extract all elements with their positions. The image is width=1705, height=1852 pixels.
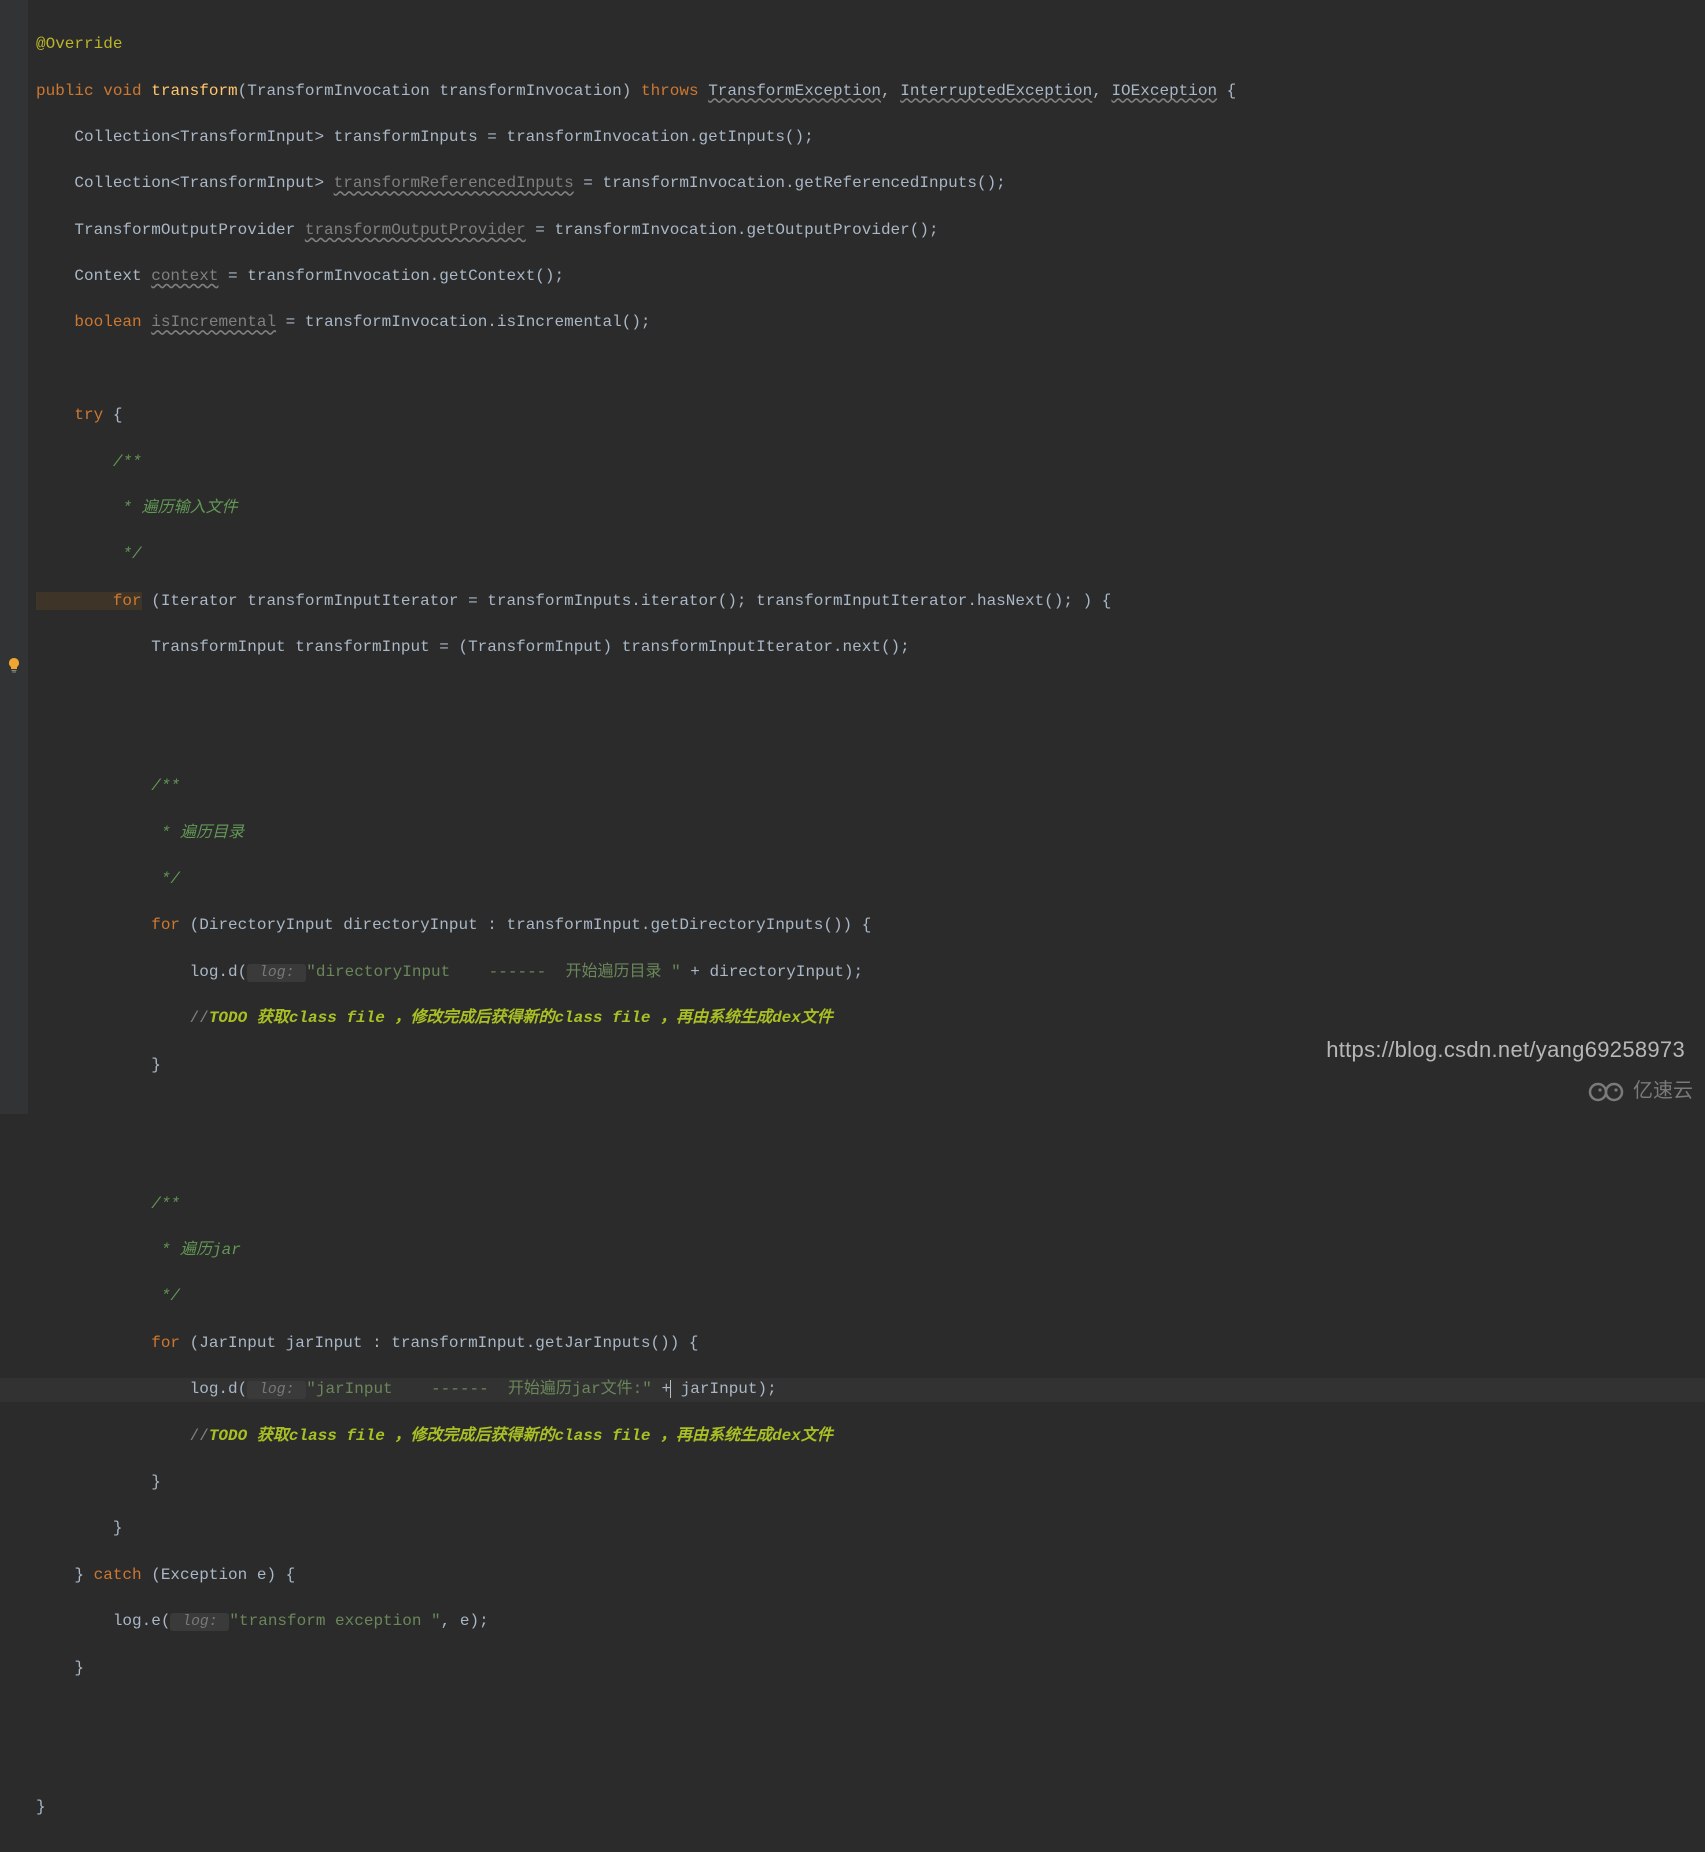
- brace: }: [36, 1798, 46, 1816]
- keyword-for: for: [36, 916, 180, 934]
- code-line: TransformInput transformInput = (Transfo…: [36, 638, 910, 656]
- exception: TransformException: [708, 82, 881, 100]
- keyword-throws: throws: [641, 82, 699, 100]
- code-text: TransformOutputProvider: [36, 221, 305, 239]
- string-literal: "jarInput ------ 开始遍历jar文件:": [306, 1380, 652, 1398]
- code-text: +: [652, 1380, 671, 1398]
- watermark-logo: 亿速云: [1587, 1077, 1693, 1106]
- editor-gutter: [0, 0, 28, 1114]
- keyword-try: try: [36, 406, 103, 424]
- code-text: (JarInput jarInput : transformInput.getJ…: [180, 1334, 698, 1352]
- javadoc: * 遍历输入文件: [36, 499, 238, 517]
- keyword-for: for: [36, 592, 142, 610]
- code-text: log.d(: [36, 963, 247, 981]
- javadoc: * 遍历jar: [36, 1241, 241, 1259]
- watermark-url: https://blog.csdn.net/yang69258973: [1326, 1034, 1685, 1066]
- intention-bulb-icon[interactable]: [6, 657, 22, 673]
- code-text: = transformInvocation.getOutputProvider(…: [526, 221, 939, 239]
- annotation: @Override: [36, 35, 122, 53]
- exception: InterruptedException: [900, 82, 1092, 100]
- param-hint: log:: [247, 964, 306, 982]
- brace: }: [36, 1566, 94, 1584]
- keyword-boolean: boolean: [36, 313, 142, 331]
- brace: {: [103, 406, 122, 424]
- code-text: , e);: [441, 1612, 489, 1630]
- comment: //: [36, 1427, 209, 1445]
- param-hint: log:: [170, 1613, 229, 1631]
- brace: }: [36, 1056, 161, 1074]
- brace: }: [36, 1473, 161, 1491]
- param-name: transformInvocation: [439, 82, 621, 100]
- code-text: Collection<TransformInput>: [36, 174, 334, 192]
- javadoc: */: [36, 545, 142, 563]
- string-literal: "transform exception ": [229, 1612, 440, 1630]
- code-text: Context: [36, 267, 151, 285]
- code-text: = transformInvocation.getContext();: [218, 267, 564, 285]
- keyword-catch: catch: [94, 1566, 142, 1584]
- code-text: + directoryInput);: [681, 963, 863, 981]
- param-hint: log:: [247, 1381, 306, 1399]
- paren: ): [622, 82, 632, 100]
- code-text: (Iterator transformInputIterator = trans…: [142, 592, 1112, 610]
- unused-var: transformReferencedInputs: [334, 174, 574, 192]
- unused-var: context: [151, 267, 218, 285]
- todo-comment: TODO 获取class file ，修改完成后获得新的class file ，…: [209, 1427, 833, 1445]
- javadoc: /**: [36, 453, 142, 471]
- paren: (: [238, 82, 248, 100]
- code-text: jarInput);: [671, 1380, 777, 1398]
- javadoc: /**: [36, 777, 180, 795]
- javadoc: /**: [36, 1195, 180, 1213]
- code-text: = transformInvocation.getReferencedInput…: [574, 174, 1006, 192]
- javadoc: */: [36, 1287, 180, 1305]
- brace: }: [36, 1659, 84, 1677]
- exception: IOException: [1111, 82, 1217, 100]
- code-text: = transformInvocation.isIncremental();: [276, 313, 650, 331]
- watermark-text: 亿速云: [1633, 1077, 1693, 1106]
- unused-var: isIncremental: [151, 313, 276, 331]
- comment: //: [36, 1009, 209, 1027]
- param-type: TransformInvocation: [247, 82, 429, 100]
- code-text: (Exception e) {: [142, 1566, 296, 1584]
- keyword-for: for: [36, 1334, 180, 1352]
- code-text: log.d(: [36, 1380, 247, 1398]
- code-text: log.e(: [36, 1612, 170, 1630]
- keyword-public: public: [36, 82, 94, 100]
- unused-var: transformOutputProvider: [305, 221, 526, 239]
- code-editor[interactable]: @Override public void transform(Transfor…: [0, 0, 1705, 1852]
- code-line: Collection<TransformInput> transformInpu…: [36, 128, 814, 146]
- method-name: transform: [151, 82, 237, 100]
- string-literal: "directoryInput ------ 开始遍历目录 ": [306, 963, 680, 981]
- infinity-icon: [1587, 1081, 1627, 1103]
- code-text: (DirectoryInput directoryInput : transfo…: [180, 916, 871, 934]
- javadoc: * 遍历目录: [36, 824, 244, 842]
- brace: }: [36, 1519, 122, 1537]
- keyword-void: void: [103, 82, 141, 100]
- javadoc: */: [36, 870, 180, 888]
- todo-comment: TODO 获取class file ，修改完成后获得新的class file ，…: [209, 1009, 833, 1027]
